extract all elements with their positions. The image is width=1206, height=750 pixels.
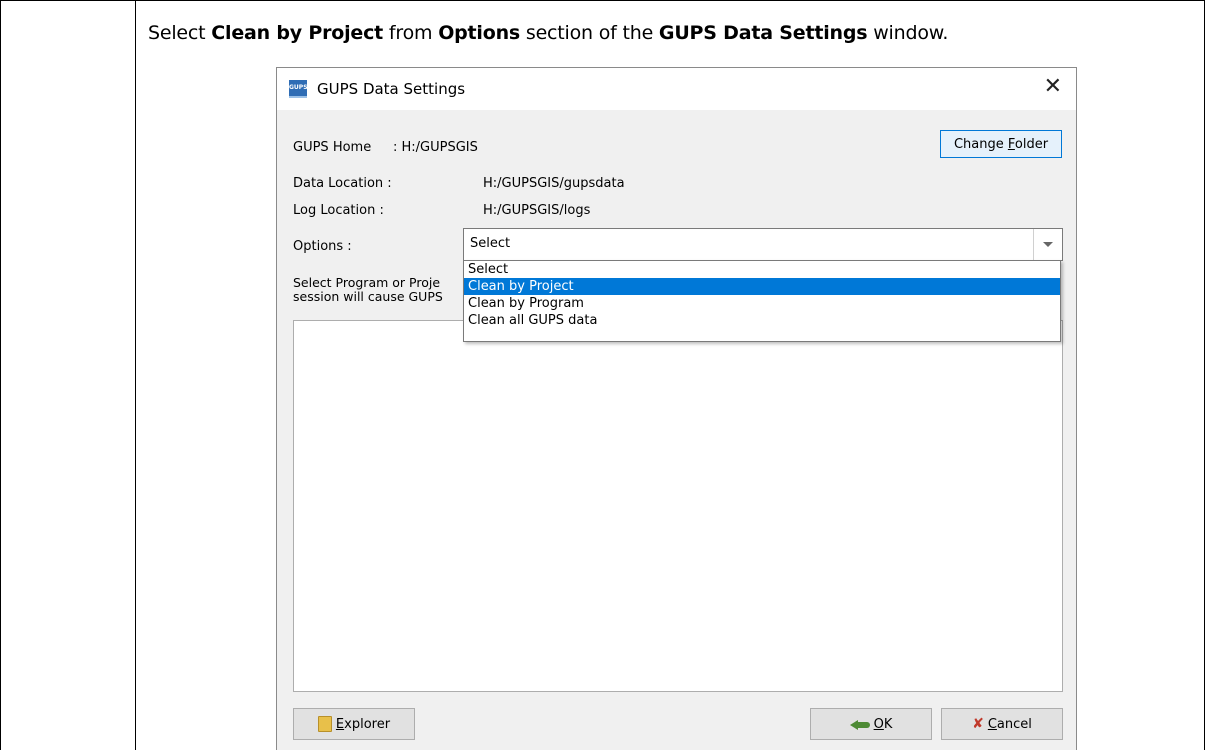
explorer-button[interactable]: Explorer (293, 708, 415, 740)
dropdown-arrow-icon (1043, 242, 1053, 247)
ok-arrow-icon (849, 718, 872, 730)
close-icon[interactable]: ✕ (1044, 76, 1062, 98)
folder-icon (317, 716, 332, 732)
data-location-value: H:/GUPSGIS/gupsdata (483, 176, 625, 191)
options-combobox[interactable]: Select (463, 228, 1063, 261)
log-location-value: H:/GUPSGIS/logs (483, 203, 591, 218)
dropdown-item-clean-all-gups-data[interactable]: Clean all GUPS data (464, 312, 1060, 329)
combobox-arrow-button[interactable] (1033, 229, 1062, 260)
cancel-x-icon: ✘ (972, 716, 984, 732)
table-border-right (1204, 0, 1205, 750)
log-location-label: Log Location : (293, 203, 384, 218)
options-selected-value: Select (470, 236, 511, 251)
dropdown-item-select[interactable]: Select (464, 261, 1060, 278)
dropdown-item-clean-by-program[interactable]: Clean by Program (464, 295, 1060, 312)
table-border-top (0, 0, 1205, 1)
dialog-title: GUPS Data Settings (317, 80, 466, 98)
hint-text-line2: session will cause GUPS (293, 289, 443, 304)
dropdown-item-clean-by-project[interactable]: Clean by Project (464, 278, 1060, 295)
options-label: Options : (293, 239, 352, 254)
options-dropdown-list: Select Clean by Project Clean by Program… (463, 260, 1061, 342)
cancel-button[interactable]: ✘ Cancel (941, 708, 1063, 740)
program-project-list[interactable] (293, 320, 1063, 692)
dialog-titlebar: GUPS GUPS Data Settings ✕ (277, 68, 1076, 110)
table-border-left (0, 0, 1, 750)
table-column-divider (135, 0, 136, 750)
gups-home-label: GUPS Home (293, 140, 372, 155)
hint-text-line1: Select Program or Proje (293, 275, 441, 290)
change-folder-button[interactable]: Change Folder (940, 130, 1062, 158)
data-location-label: Data Location : (293, 176, 392, 191)
ok-button[interactable]: OK (810, 708, 932, 740)
instruction-text: Select Clean by Project from Options sec… (148, 22, 949, 44)
gups-home-value: : H:/GUPSGIS (393, 140, 478, 155)
gups-app-icon: GUPS (289, 80, 308, 98)
gups-data-settings-dialog: GUPS GUPS Data Settings ✕ GUPS Home : H:… (276, 67, 1077, 750)
